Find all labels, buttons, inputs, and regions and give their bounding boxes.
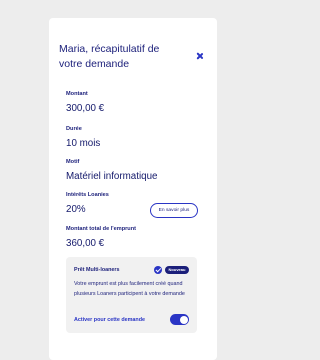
modal-title: Maria, récapitulatif de votre demande	[59, 43, 160, 70]
field-value: 300,00 €	[66, 103, 105, 114]
field-total: Montant total de l'emprunt 360,00 €	[66, 226, 136, 250]
field-duration: Durée 10 mois	[66, 126, 100, 150]
field-reason: Motif Matériel informatique	[66, 159, 157, 183]
learn-more-button[interactable]: En savoir plus	[150, 203, 198, 218]
multi-loaners-panel: Prêt Multi-loaners Nouveau Votre emprunt…	[66, 257, 197, 333]
field-label: Intérêts Loanies	[66, 192, 109, 198]
field-interest: Intérêts Loanies 20%	[66, 192, 109, 216]
field-label: Durée	[66, 126, 82, 132]
modal-header: Maria, récapitulatif de votre demande	[59, 42, 207, 72]
field-value: 20%	[66, 204, 86, 215]
field-label: Montant total de l'emprunt	[66, 226, 137, 232]
toggle-knob	[179, 315, 188, 324]
field-label: Montant	[66, 91, 88, 97]
activate-label: Activer pour cette demande	[74, 317, 145, 323]
new-badge: Nouveau	[165, 266, 189, 274]
activate-toggle[interactable]	[170, 314, 189, 325]
field-label: Motif	[66, 159, 80, 165]
multi-loaners-description: Votre emprunt est plus facilement créé q…	[74, 281, 185, 297]
field-amount: Montant 300,00 €	[66, 91, 104, 115]
close-icon[interactable]	[195, 52, 205, 62]
check-icon	[154, 266, 162, 274]
field-value: 10 mois	[66, 138, 101, 149]
multi-loaners-title: Prêt Multi-loaners	[74, 267, 120, 273]
field-value: 360,00 €	[66, 238, 105, 249]
field-value: Matériel informatique	[66, 171, 158, 182]
